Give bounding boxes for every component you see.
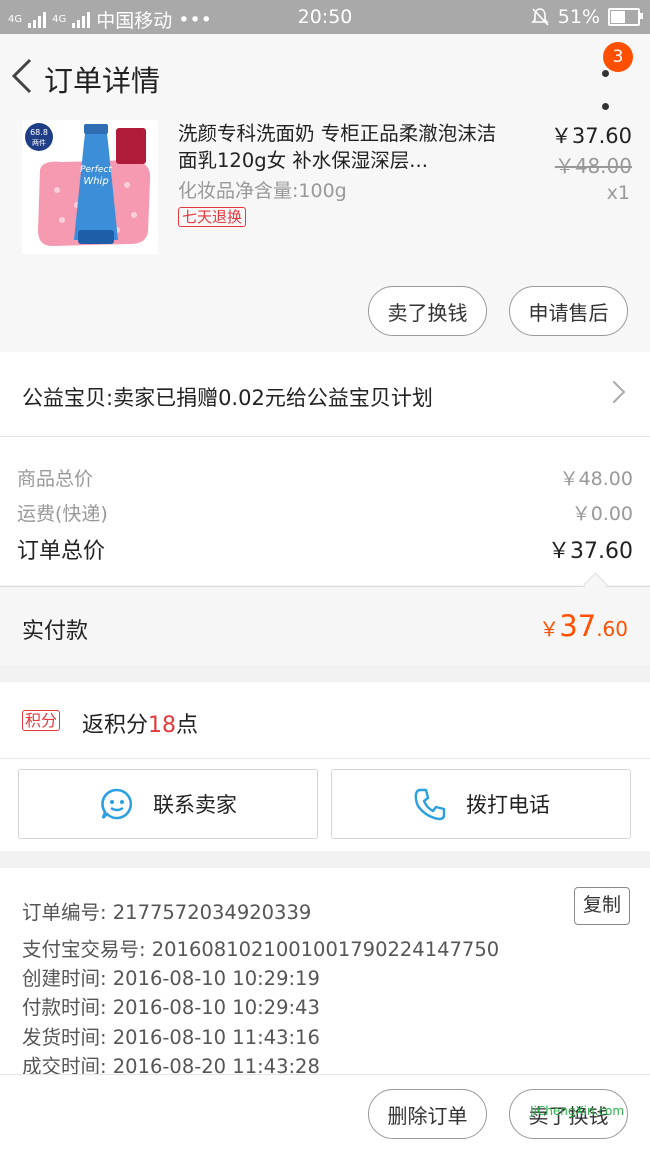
thumb-brand-line1: Perfect	[80, 165, 112, 175]
mute-bell-icon	[530, 8, 549, 26]
after-sales-button[interactable]: 申请售后	[509, 286, 628, 336]
product-original-price: ￥48.00	[554, 154, 632, 178]
product-name[interactable]: 洗颜专科洗面奶 专柜正品柔澈泡沫洁面乳120g女 补水保湿深层...	[178, 120, 498, 174]
order-total-label: 订单总价	[17, 539, 106, 564]
points-amount: 18	[148, 713, 177, 738]
more-menu-icon[interactable]	[602, 70, 610, 110]
order-number: 订单编号: 2177572034920339	[22, 901, 312, 924]
contact-seller-label: 联系卖家	[153, 793, 237, 817]
seven-day-return-tag: 七天退换	[178, 207, 247, 227]
chevron-right-icon	[602, 380, 626, 404]
product-spec: 化妆品净含量:100g	[178, 180, 347, 202]
chat-icon	[101, 788, 133, 820]
shipped-time: 发货时间: 2016-08-10 11:43:16	[22, 1026, 320, 1049]
back-arrow-icon[interactable]	[10, 56, 34, 96]
product-quantity: x1	[606, 182, 630, 204]
phone-icon	[414, 788, 446, 821]
contact-section: 联系卖家 拨打电话	[0, 759, 650, 851]
navigation-header: 订单详情 3	[0, 34, 650, 120]
status-right: 51%	[530, 6, 643, 28]
delete-order-button[interactable]: 删除订单	[368, 1089, 487, 1139]
notification-badge: 3	[603, 42, 633, 72]
contact-seller-button[interactable]: 联系卖家	[18, 769, 318, 839]
product-illustration: Perfect Whip 68.8 两件	[22, 120, 158, 254]
shipping-label: 运费(快递)	[17, 503, 108, 525]
created-time: 创建时间: 2016-08-10 10:29:19	[22, 967, 320, 990]
call-phone-button[interactable]: 拨打电话	[331, 769, 631, 839]
copy-button[interactable]: 复制	[574, 887, 630, 925]
status-bar: 4G 4G 中国移动 ••• 20:50 51%	[0, 0, 650, 34]
currency-symbol: ￥	[539, 617, 560, 641]
actual-payment-row: 实付款 ￥37.60	[0, 586, 650, 665]
resell-button[interactable]: 卖了换钱	[368, 286, 487, 336]
price-summary: 商品总价 ￥48.00 运费(快递) ￥0.00 订单总价 ￥37.60	[0, 437, 650, 585]
points-tag: 积分	[22, 710, 61, 731]
points-prefix: 返积分	[82, 713, 149, 738]
points-suffix: 点	[176, 713, 199, 738]
charity-row[interactable]: 公益宝贝:卖家已捐赠0.02元给公益宝贝计划	[0, 352, 650, 437]
battery-icon	[608, 8, 643, 26]
call-phone-label: 拨打电话	[466, 793, 550, 817]
page-title: 订单详情	[44, 64, 161, 98]
order-info: 订单编号: 2177572034920339 复制 支付宝交易号: 201608…	[0, 868, 650, 1078]
points-row: 积分 返积分18点	[0, 682, 650, 759]
actual-payment-amount: ￥37.60	[539, 609, 628, 643]
product-card[interactable]: Perfect Whip 68.8 两件 洗颜专科洗面奶 专柜正品柔澈泡沫洁面乳…	[0, 120, 650, 352]
product-image[interactable]: Perfect Whip 68.8 两件	[22, 120, 158, 254]
product-price: ￥37.60	[550, 124, 632, 148]
amount-integer: 37	[559, 609, 597, 643]
alipay-trade-number: 支付宝交易号: 2016081021001001790224147750	[22, 938, 500, 961]
battery-percent: 51%	[557, 6, 600, 28]
charity-text: 公益宝贝:卖家已捐赠0.02元给公益宝贝计划	[22, 386, 433, 410]
paid-time: 付款时间: 2016-08-10 10:29:43	[22, 996, 320, 1019]
thumb-badge-price: 68.8	[30, 128, 48, 137]
shipping-value: ￥0.00	[571, 503, 633, 525]
actual-payment-label: 实付款	[22, 619, 89, 644]
watermark: JiChengXin.com	[530, 1104, 625, 1118]
thumb-badge-label: 两件	[32, 138, 46, 147]
goods-total-label: 商品总价	[17, 468, 94, 490]
thumb-brand-line2: Whip	[83, 176, 108, 187]
goods-total-value: ￥48.00	[559, 468, 633, 490]
order-total-value: ￥37.60	[548, 539, 633, 564]
points-text: 返积分18点	[82, 707, 198, 739]
amount-decimal: .60	[596, 617, 628, 641]
